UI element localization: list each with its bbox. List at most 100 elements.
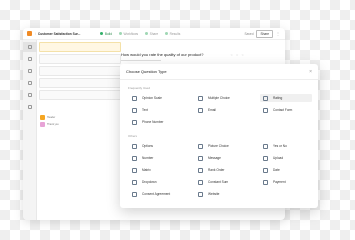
option-label: Message bbox=[208, 156, 221, 160]
tool-preview[interactable] bbox=[23, 102, 37, 112]
sum-icon bbox=[198, 179, 203, 185]
website-icon bbox=[198, 191, 203, 197]
option-label: Matrix bbox=[142, 168, 151, 172]
rating-preview: ☆ ☆ ☆ bbox=[230, 53, 245, 57]
translate-icon bbox=[28, 93, 32, 97]
option-text[interactable]: Text bbox=[132, 106, 148, 114]
option-consent-agreement[interactable]: Consent Agreement bbox=[132, 190, 170, 198]
option-rating[interactable]: Rating bbox=[260, 94, 312, 102]
tab-build[interactable]: Build bbox=[100, 32, 112, 36]
option-label: Date bbox=[273, 168, 280, 172]
tab-results-dot bbox=[165, 32, 169, 35]
tab-share-dot bbox=[145, 32, 149, 35]
share-button[interactable]: Share bbox=[256, 29, 273, 38]
number-icon bbox=[132, 155, 137, 161]
step-tabs: Build Workflows Share Results bbox=[100, 32, 180, 36]
tab-workflows-label: Workflows bbox=[123, 31, 139, 36]
tool-settings[interactable] bbox=[23, 78, 37, 88]
option-label: Phone Number bbox=[142, 120, 164, 124]
option-label: Constant Sum bbox=[208, 180, 229, 184]
phone-icon bbox=[132, 119, 137, 125]
question-text[interactable]: How would you rate the quality of our pr… bbox=[121, 52, 204, 57]
topbar-actions: Saved Share ⋮ bbox=[244, 29, 280, 38]
contact-icon bbox=[263, 107, 268, 113]
option-label: Rank Order bbox=[208, 168, 225, 172]
header-badge bbox=[40, 115, 45, 120]
option-yes-or-no[interactable]: Yes or No bbox=[263, 142, 287, 150]
star-icon bbox=[263, 95, 268, 101]
thank-you-label: Thank you bbox=[47, 123, 59, 126]
tab-build-dot bbox=[100, 32, 104, 35]
tab-workflows-dot bbox=[119, 32, 122, 35]
option-picture-choice[interactable]: Picture Choice bbox=[198, 142, 229, 150]
close-icon[interactable]: × bbox=[309, 69, 312, 75]
list-icon bbox=[198, 95, 203, 101]
option-label: Dropdown bbox=[142, 180, 157, 184]
option-matrix[interactable]: Matrix bbox=[132, 166, 151, 174]
option-label: Upload bbox=[273, 156, 284, 160]
option-constant-sum[interactable]: Constant Sum bbox=[198, 178, 228, 186]
option-label: Options bbox=[142, 144, 153, 148]
tab-workflows[interactable]: Workflows bbox=[119, 32, 138, 36]
option-rank-order[interactable]: Rank Order bbox=[198, 166, 224, 174]
option-label: Text bbox=[142, 108, 148, 112]
survey-title[interactable]: Customer Satisfaction Sur... bbox=[38, 32, 81, 36]
home-icon[interactable] bbox=[27, 31, 32, 36]
option-opinion-scale[interactable]: Opinion Scale bbox=[132, 94, 162, 102]
option-message[interactable]: Message bbox=[198, 154, 221, 162]
option-label: Opinion Scale bbox=[142, 96, 162, 100]
rank-icon bbox=[198, 167, 203, 173]
tool-logic[interactable] bbox=[23, 66, 37, 76]
option-label: Number bbox=[142, 156, 154, 160]
saved-status: Saved bbox=[244, 31, 254, 36]
option-options[interactable]: Options bbox=[132, 142, 153, 150]
tab-share-label: Share bbox=[149, 31, 159, 36]
dropdown-icon bbox=[132, 179, 137, 185]
option-label: Rating bbox=[273, 96, 283, 100]
text-icon bbox=[132, 107, 137, 113]
option-label: Picture Choice bbox=[208, 144, 229, 148]
option-label: Multiple Choice bbox=[208, 96, 230, 100]
consent-icon bbox=[132, 191, 137, 197]
yesno-icon bbox=[263, 143, 268, 149]
options-icon bbox=[132, 143, 137, 149]
question-card[interactable] bbox=[39, 78, 121, 88]
question-card[interactable] bbox=[39, 42, 121, 52]
option-website[interactable]: Website bbox=[198, 190, 219, 198]
option-contact-form[interactable]: Contact Form bbox=[263, 106, 292, 114]
thank-you-badge bbox=[40, 122, 45, 127]
more-options-icon[interactable]: ⋮ bbox=[276, 31, 280, 36]
option-number[interactable]: Number bbox=[132, 154, 153, 162]
section-title: Frequently Used bbox=[128, 86, 151, 90]
option-dropdown[interactable]: Dropdown bbox=[132, 178, 157, 186]
tool-questions[interactable] bbox=[23, 42, 37, 52]
breadcrumb-separator: / bbox=[35, 31, 36, 36]
upload-icon bbox=[263, 155, 268, 161]
payment-icon bbox=[263, 179, 268, 185]
thank-you-item[interactable]: Thank you bbox=[39, 121, 121, 128]
question-card[interactable] bbox=[39, 54, 121, 64]
modal-header: Choose Question Type × bbox=[120, 64, 318, 80]
option-multiple-choice[interactable]: Multiple Choice bbox=[198, 94, 230, 102]
modal-title: Choose Question Type bbox=[126, 69, 167, 74]
option-date[interactable]: Date bbox=[263, 166, 280, 174]
question-card[interactable] bbox=[39, 66, 121, 76]
tab-results[interactable]: Results bbox=[165, 32, 180, 36]
tab-share[interactable]: Share bbox=[145, 32, 158, 36]
tool-translate[interactable] bbox=[23, 90, 37, 100]
question-card[interactable] bbox=[39, 90, 121, 100]
question-type-modal: Choose Question Type × Frequently Used O… bbox=[120, 64, 318, 208]
tool-rail bbox=[23, 40, 37, 220]
tab-results-label: Results bbox=[169, 31, 181, 36]
option-label: Contact Form bbox=[273, 108, 293, 112]
option-label: Website bbox=[208, 192, 220, 196]
tool-design[interactable] bbox=[23, 54, 37, 64]
option-payment[interactable]: Payment bbox=[263, 178, 286, 186]
option-email[interactable]: Email bbox=[198, 106, 216, 114]
option-phone-number[interactable]: Phone Number bbox=[132, 118, 163, 126]
email-icon bbox=[198, 107, 203, 113]
header-item[interactable]: Header bbox=[39, 114, 121, 121]
option-upload[interactable]: Upload bbox=[263, 154, 283, 162]
design-icon bbox=[28, 57, 32, 61]
